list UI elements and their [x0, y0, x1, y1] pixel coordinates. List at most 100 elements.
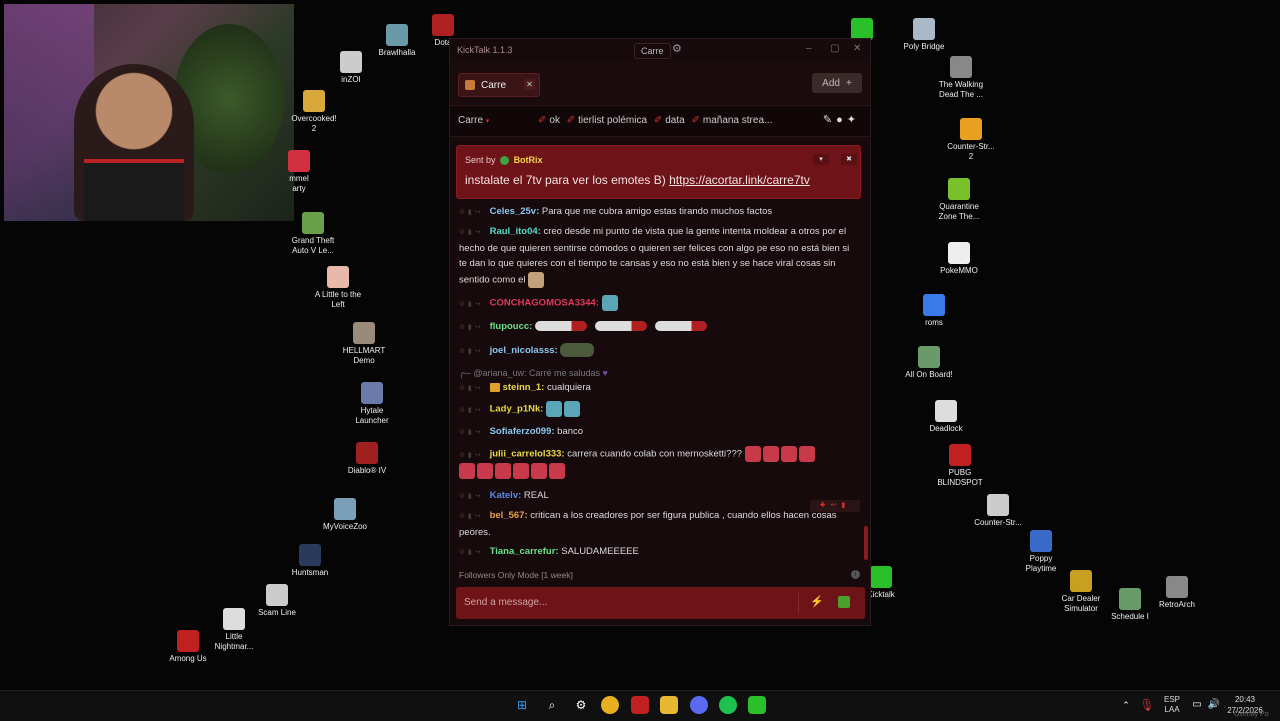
7tv-emote-icon[interactable]: ⚡: [810, 595, 824, 608]
chat-username[interactable]: Raul_ito04:: [490, 226, 541, 237]
desktop-icon[interactable]: inZOI: [311, 51, 391, 85]
chat-username[interactable]: CONCHAGOMOSA3344:: [490, 298, 599, 309]
message-input[interactable]: Send a message... ⚡: [456, 587, 865, 619]
chat-username[interactable]: steinn_1:: [503, 382, 545, 393]
desktop-icon[interactable]: MyVoiceZoo: [305, 498, 385, 532]
desktop-icon[interactable]: Counter-Str...: [958, 494, 1038, 528]
chat-scrollbar[interactable]: [864, 526, 868, 560]
message-actions[interactable]: ⊘▮↪: [459, 549, 484, 556]
chat-text: SALUDAMEEEEE: [561, 546, 639, 557]
chat-username[interactable]: Katelv:: [490, 490, 522, 501]
reply-preview[interactable]: ╭─ @ariana_uw: Carré me saludas ♥: [459, 368, 608, 379]
desktop-icon[interactable]: Overcooked! 2: [274, 90, 354, 134]
desktop-icon[interactable]: Quarantine Zone The...: [919, 178, 999, 222]
jelly-app-icon[interactable]: [631, 696, 649, 714]
message-actions[interactable]: ⊘▮↪: [459, 301, 484, 308]
unpin-icon[interactable]: ✖: [841, 154, 857, 165]
chat-message: ⊘▮↪ steinn_1: cualquiera: [459, 380, 857, 397]
desktop-icon[interactable]: A Little to the Left: [298, 266, 378, 310]
app-icon: [353, 322, 375, 344]
pinned-message-text: instalate el 7tv para ver los emotes B): [465, 173, 666, 187]
emote-joint: [594, 321, 647, 332]
desktop-icon[interactable]: Grand Theft Auto V Le...: [273, 212, 353, 256]
chat-username[interactable]: julii_carrelol333:: [490, 449, 565, 460]
desktop-icon[interactable]: Counter-Str... 2: [931, 118, 1011, 162]
desktop-icon[interactable]: The Walking Dead The ...: [921, 56, 1001, 100]
kicktalk-taskbar-icon[interactable]: [748, 696, 766, 714]
channel-name[interactable]: Carre ▾: [458, 115, 489, 126]
emote-heart-cat: [459, 463, 475, 480]
tab-close-icon[interactable]: ✕: [524, 79, 535, 90]
add-button[interactable]: Add +: [812, 73, 862, 93]
title-bar: KickTalk 1.1.3 Carre ⚙ – ▢ ✕: [450, 39, 870, 61]
desktop-icon[interactable]: Hytale Launcher: [332, 382, 412, 426]
message-actions[interactable]: ⊘▮↪: [459, 407, 484, 414]
channel-avatar: [465, 80, 475, 90]
chrome-icon[interactable]: [601, 696, 619, 714]
message-actions[interactable]: ⊘▮↪: [459, 452, 484, 459]
chat-username[interactable]: Lady_p1Nk:: [490, 404, 544, 415]
clock-time[interactable]: 20:43: [1218, 695, 1272, 705]
gear-icon[interactable]: ⚙: [672, 42, 682, 55]
windows-start-icon[interactable]: ⊞: [513, 696, 531, 714]
desktop-icon-label: Schedule I: [1111, 612, 1149, 621]
message-actions[interactable]: ⊘▮↪: [459, 229, 484, 236]
chat-username[interactable]: joel_nicolasss:: [490, 345, 558, 356]
maximize-icon[interactable]: ▢: [830, 43, 839, 54]
desktop-icon[interactable]: Deadlock: [906, 400, 986, 434]
desktop-icon[interactable]: PokeMMO: [919, 242, 999, 276]
tab-carre[interactable]: Carre ✕: [458, 73, 540, 97]
desktop-icon-label: mmel arty: [289, 174, 309, 193]
rocket-icon: ✐: [538, 115, 547, 126]
desktop-icon[interactable]: Poppy Playtime: [1001, 530, 1081, 574]
stream-title-ticker: ✐ ok ✐ tierlist polémica ✐ data ✐ mañana str…: [538, 115, 772, 126]
minimize-icon[interactable]: –: [806, 43, 812, 54]
kick-emote-icon[interactable]: [838, 596, 850, 608]
desktop-icon[interactable]: roms: [894, 294, 974, 328]
desktop-icon[interactable]: PUBG BLINDSPOT: [920, 444, 1000, 488]
desktop-icon[interactable]: All On Board!: [889, 346, 969, 380]
folder-icon[interactable]: [660, 696, 678, 714]
desktop-icon[interactable]: Diablo® IV: [327, 442, 407, 476]
message-actions[interactable]: ⊘▮↪: [459, 513, 484, 520]
desktop-icon[interactable]: Poly Bridge: [884, 18, 964, 52]
emote-heart-cat: [762, 446, 779, 462]
chat-username[interactable]: Celes_25v:: [490, 206, 540, 217]
close-icon[interactable]: ✕: [853, 43, 861, 54]
settings-icon[interactable]: ⚙: [572, 696, 590, 714]
chevron-up-icon[interactable]: ⌃: [1117, 696, 1135, 714]
emote-cat: [546, 401, 563, 417]
desktop-icon-label: Diablo® IV: [347, 466, 387, 475]
chat-username[interactable]: Sofiaferzo099:: [490, 426, 555, 437]
microphone-icon[interactable]: 🎙: [1138, 696, 1156, 714]
desktop-icon-label: Counter-Str...: [974, 518, 1022, 527]
channel-chip[interactable]: Carre: [634, 43, 671, 59]
search-icon[interactable]: ⌕: [543, 696, 561, 714]
desktop-icon[interactable]: mmel arty: [259, 150, 339, 194]
pin-icon[interactable]: ✎: [823, 114, 836, 126]
user-icon[interactable]: ●: [836, 114, 847, 126]
heart-icon: ♥: [602, 368, 608, 378]
discord-icon[interactable]: [690, 696, 708, 714]
message-actions[interactable]: ⊘▮↪: [459, 385, 484, 392]
message-actions[interactable]: ⊘▮↪: [459, 324, 484, 331]
pinned-link[interactable]: https://acortar.link/carre7tv: [669, 173, 810, 187]
chat-username[interactable]: flupoucc:: [490, 321, 533, 332]
message-actions[interactable]: ⊘▮↪: [459, 429, 484, 436]
info-icon[interactable]: i: [851, 570, 860, 579]
chat-username[interactable]: bel_567:: [490, 510, 528, 521]
language-indicator[interactable]: ESP LAA: [1160, 695, 1184, 715]
pushpin-icon[interactable]: ✦: [847, 114, 860, 126]
message-actions[interactable]: ⊘▮↪: [459, 209, 484, 216]
message-actions[interactable]: ⊘▮↪: [459, 348, 484, 355]
chat-username[interactable]: Tiana_carrefur:: [490, 546, 559, 557]
spotify-icon[interactable]: [719, 696, 737, 714]
desktop-icon[interactable]: Huntsman: [270, 544, 350, 578]
desktop-icon[interactable]: Among Us: [148, 630, 228, 664]
network-icon[interactable]: ▭: [1188, 696, 1206, 714]
desktop-icon[interactable]: RetroArch: [1137, 576, 1217, 610]
desktop-icon[interactable]: HELLMART Demo: [324, 322, 404, 366]
chevron-down-icon[interactable]: ▾: [813, 154, 829, 165]
message-actions[interactable]: ⊘▮↪: [459, 493, 484, 500]
channel-name-text: Carre: [458, 115, 484, 126]
